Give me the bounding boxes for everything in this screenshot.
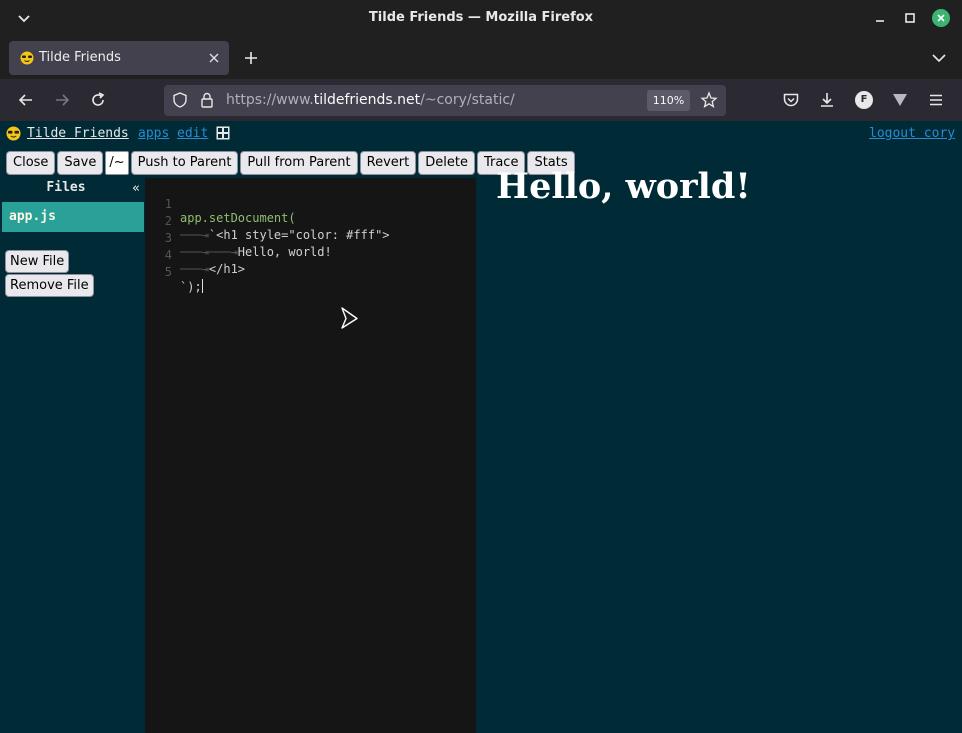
account-avatar-icon[interactable]: F: [855, 91, 873, 109]
files-panel: Files « app.js New File Remove File: [2, 178, 144, 733]
revert-button[interactable]: Revert: [359, 151, 417, 175]
remove-file-button[interactable]: Remove File: [5, 274, 94, 297]
app-preview: Hello, world!: [476, 166, 962, 733]
page-content: Tilde Friends apps edit logout cory Clos…: [0, 121, 962, 733]
code-line: 1 app.setDocument(: [145, 183, 476, 225]
edit-link[interactable]: edit: [177, 126, 208, 141]
sunglasses-emoji-icon: [6, 126, 21, 141]
preview-heading: Hello, world!: [496, 166, 751, 207]
code-line: 4 ───⇥</h1>: [145, 234, 476, 276]
pocket-icon[interactable]: [782, 91, 800, 109]
downloads-icon[interactable]: [818, 91, 836, 109]
window-titlebar: Tilde Friends — Mozilla Firefox: [0, 0, 962, 37]
delete-button[interactable]: Delete: [418, 151, 475, 175]
app-header: Tilde Friends apps edit logout cory: [0, 121, 962, 147]
close-tab-icon[interactable]: [207, 51, 221, 65]
zoom-level-badge[interactable]: 110%: [647, 90, 690, 111]
line-number: 5: [164, 265, 172, 279]
tracking-protection-shield-icon[interactable]: [172, 92, 188, 108]
url-path: /~cory/static/: [420, 92, 515, 108]
close-button[interactable]: Close: [6, 151, 56, 175]
url-text[interactable]: https://www.tildefriends.net/~cory/stati…: [226, 92, 515, 108]
file-item-app-js[interactable]: app.js: [2, 202, 144, 232]
bookmark-star-icon[interactable]: [700, 91, 718, 109]
sunglasses-emoji-icon: [20, 51, 34, 65]
window-title: Tilde Friends — Mozilla Firefox: [368, 10, 594, 25]
forward-icon[interactable]: [53, 91, 71, 109]
brand-link[interactable]: Tilde Friends: [27, 126, 129, 141]
reload-icon[interactable]: [89, 91, 107, 109]
url-bar[interactable]: https://www.tildefriends.net/~cory/stati…: [164, 85, 726, 116]
list-all-tabs-icon[interactable]: [930, 50, 948, 66]
tab-label: Tilde Friends: [39, 50, 121, 65]
collapse-files-button[interactable]: «: [132, 181, 140, 196]
logout-link[interactable]: logout cory: [869, 126, 955, 141]
push-to-parent-button[interactable]: Push to Parent: [130, 151, 239, 175]
close-icon: [937, 14, 945, 22]
url-domain: tildefriends.net: [313, 92, 421, 108]
apps-link[interactable]: apps: [138, 126, 169, 141]
pull-from-parent-button[interactable]: Pull from Parent: [240, 151, 358, 175]
back-icon[interactable]: [17, 91, 35, 109]
code-line: 2 ───⇥`<h1 style="color: #fff">: [145, 200, 476, 242]
lock-icon[interactable]: [200, 92, 214, 108]
code-line: 5 `);: [145, 251, 476, 294]
code-text: `);: [180, 280, 202, 294]
hamburger-menu-icon[interactable]: [927, 91, 945, 109]
mouse-pointer-icon: [341, 307, 358, 329]
code-line: 3 ───⇥───⇥Hello, world!: [145, 217, 476, 259]
path-input[interactable]: /~: [105, 151, 129, 175]
save-button[interactable]: Save: [57, 151, 104, 175]
code-editor[interactable]: 1 app.setDocument( 2 ───⇥`<h1 style="col…: [145, 178, 476, 733]
new-file-button[interactable]: New File: [5, 250, 70, 273]
tab-strip: Tilde Friends: [0, 37, 962, 79]
close-window-button[interactable]: [932, 9, 950, 27]
extension-icon[interactable]: [891, 91, 909, 109]
tab-tilde-friends[interactable]: Tilde Friends: [9, 41, 229, 75]
url-prefix: https://www.: [226, 92, 314, 108]
editor-toolbar: Close Save /~ Push to Parent Pull from P…: [6, 151, 575, 175]
new-tab-icon[interactable]: [242, 49, 260, 67]
minimize-icon[interactable]: [871, 9, 889, 27]
maximize-icon[interactable]: [901, 9, 919, 27]
text-cursor: [201, 279, 203, 293]
line-text: `);: [180, 279, 203, 294]
apps-grid-icon[interactable]: [216, 126, 230, 140]
files-header: Files: [46, 180, 86, 195]
navigation-toolbar: https://www.tildefriends.net/~cory/stati…: [0, 79, 962, 121]
